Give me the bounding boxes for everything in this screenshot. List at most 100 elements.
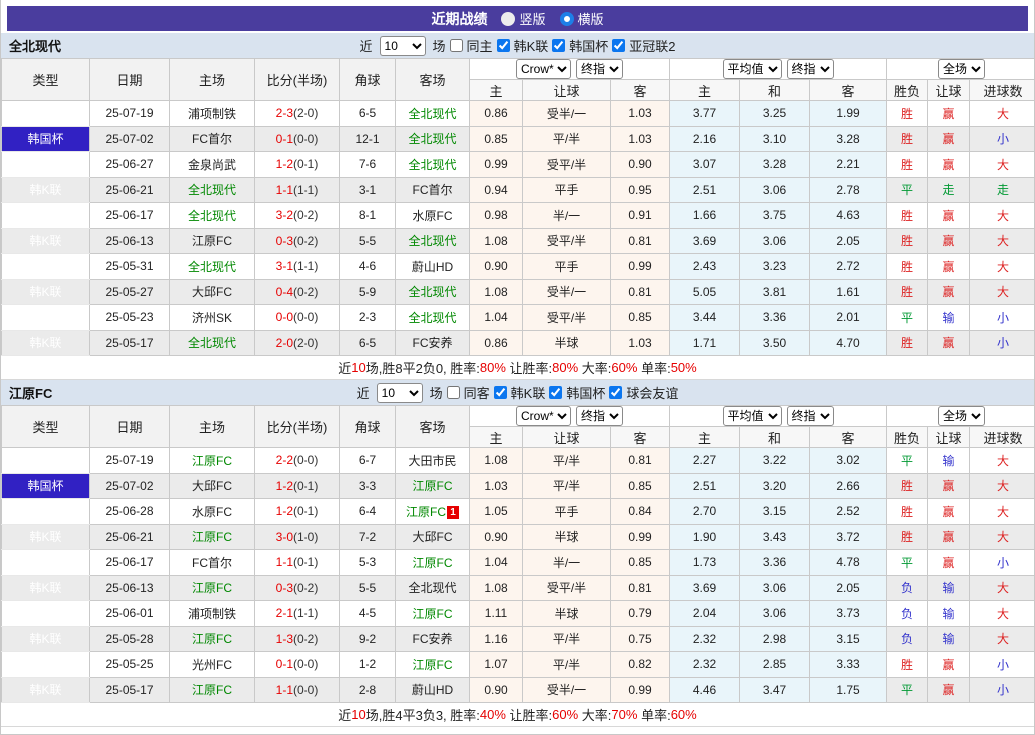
- scope-select[interactable]: 全场: [938, 59, 985, 79]
- fulltime-score: 1-2: [276, 157, 293, 171]
- result-goals-cell: 大: [970, 228, 1035, 254]
- league3-checkbox[interactable]: [609, 386, 622, 399]
- result-handicap-cell: 赢: [928, 279, 970, 305]
- odds-provider-select[interactable]: Crow*: [516, 59, 571, 79]
- odds-home-cell: 0.90: [470, 524, 523, 550]
- avg-provider-select[interactable]: 平均值: [723, 59, 782, 79]
- away-team-cell: 全北现代: [396, 152, 470, 178]
- league3-checkbox[interactable]: [612, 39, 625, 52]
- near-label: 近: [360, 36, 373, 55]
- corner-cell: 4-6: [340, 254, 396, 280]
- corner-cell: 5-5: [340, 575, 396, 601]
- result-handicap-cell: 赢: [928, 330, 970, 356]
- home-team-cell: 全北现代: [170, 203, 255, 229]
- home-team-cell: 江原FC: [170, 677, 255, 703]
- league-cell: 韩K联: [2, 677, 90, 703]
- score-cell: 3-0(1-0): [255, 524, 340, 550]
- odds-stage-select[interactable]: 终指: [576, 406, 623, 426]
- match-row: 韩K联25-06-01浦项制铁2-1(1-1)4-5江原FC1.11半球0.79…: [2, 601, 1035, 627]
- league-cell: 韩K联: [2, 203, 90, 229]
- odds-handicap-cell: 受平/半: [523, 228, 611, 254]
- home-team-cell: 金泉尚武: [170, 152, 255, 178]
- avg-provider-select[interactable]: 平均值: [723, 406, 782, 426]
- match-history-page: 近期战绩 竖版 横版 全北现代 近 10 场 同主 韩K联 韩国杯: [0, 0, 1035, 735]
- match-row: 韩K联25-05-17全北现代2-0(2-0)6-5FC安养0.86半球1.03…: [2, 330, 1035, 356]
- league2-checkbox[interactable]: [549, 386, 562, 399]
- odds-handicap-cell: 半球: [523, 330, 611, 356]
- result-wl-cell: 胜: [887, 101, 928, 127]
- col-avg-draw: 和: [740, 80, 810, 101]
- avg-group-header: 平均值 终指: [670, 59, 887, 80]
- odds-handicap-cell: 平/半: [523, 626, 611, 652]
- match-row: 韩K联25-06-28水原FC1-2(0-1)6-4江原FC11.05平手0.8…: [2, 499, 1035, 525]
- league1-checkbox[interactable]: [494, 386, 507, 399]
- scope-select[interactable]: 全场: [938, 406, 985, 426]
- same-home-checkbox[interactable]: [450, 39, 463, 52]
- avg-stage-select[interactable]: 终指: [787, 406, 834, 426]
- odds-handicap-cell: 平/半: [523, 126, 611, 152]
- radio-selected-icon[interactable]: [560, 12, 574, 26]
- away-team-cell: 江原FC: [396, 652, 470, 678]
- games-label: 场: [433, 36, 446, 55]
- date-cell: 25-06-13: [90, 228, 170, 254]
- avg-home-cell: 3.69: [670, 228, 740, 254]
- avg-away-cell: 4.63: [810, 203, 887, 229]
- score-cell: 0-1(0-0): [255, 652, 340, 678]
- radio-horizontal-layout[interactable]: 横版: [560, 9, 604, 28]
- match-row: 韩K联25-07-19江原FC2-2(0-0)6-7大田市民1.08平/半0.8…: [2, 448, 1035, 474]
- col-avg-away: 客: [810, 80, 887, 101]
- col-corner: 角球: [340, 59, 396, 101]
- date-cell: 25-06-01: [90, 601, 170, 627]
- col-result-handicap: 让球: [928, 427, 970, 448]
- result-wl-cell: 胜: [887, 652, 928, 678]
- avg-draw-cell: 3.06: [740, 177, 810, 203]
- league2-label: 韩国杯: [566, 383, 605, 402]
- odds-home-cell: 1.08: [470, 279, 523, 305]
- same-away-checkbox[interactable]: [447, 386, 460, 399]
- odds-away-cell: 0.95: [611, 177, 670, 203]
- corner-cell: 5-9: [340, 279, 396, 305]
- recent-count-select[interactable]: 10: [377, 383, 423, 403]
- odds-away-cell: 0.99: [611, 677, 670, 703]
- avg-stage-select[interactable]: 终指: [787, 59, 834, 79]
- fulltime-score: 1-2: [276, 504, 293, 518]
- radio-vertical-layout[interactable]: 竖版: [501, 9, 545, 28]
- score-cell: 3-1(1-1): [255, 254, 340, 280]
- summary-value: 60%: [611, 360, 637, 375]
- match-row: 韩K联25-06-13江原FC0-3(0-2)5-5全北现代1.08受平/半0.…: [2, 228, 1035, 254]
- odds-handicap-cell: 受半/一: [523, 279, 611, 305]
- avg-draw-cell: 2.98: [740, 626, 810, 652]
- result-handicap-cell: 赢: [928, 126, 970, 152]
- page-title: 近期战绩: [431, 9, 487, 29]
- recent-count-select[interactable]: 10: [380, 36, 426, 56]
- away-team-cell: FC首尔: [396, 177, 470, 203]
- fulltime-score: 2-3: [276, 106, 293, 120]
- odds-home-cell: 0.86: [470, 330, 523, 356]
- score-cell: 1-1(1-1): [255, 177, 340, 203]
- odds-stage-select[interactable]: 终指: [576, 59, 623, 79]
- league1-checkbox[interactable]: [497, 39, 510, 52]
- section1-filter-controls: 近 10 场 同主 韩K联 韩国杯 亚冠联2: [360, 36, 676, 56]
- odds-away-cell: 0.85: [611, 473, 670, 499]
- radio-unselected-icon[interactable]: [501, 12, 515, 26]
- halftime-score: (1-0): [293, 530, 318, 544]
- summary-text: 单率:: [637, 358, 670, 377]
- fulltime-score: 1-1: [276, 183, 293, 197]
- league-cell: 韩K联: [2, 228, 90, 254]
- summary-value: 50%: [671, 360, 697, 375]
- summary-value: 10: [351, 707, 365, 722]
- odds-handicap-cell: 平手: [523, 177, 611, 203]
- league2-checkbox[interactable]: [552, 39, 565, 52]
- date-cell: 25-06-13: [90, 575, 170, 601]
- away-team-cell: 全北现代: [396, 575, 470, 601]
- col-odds-away: 客: [611, 427, 670, 448]
- home-team-cell: 江原FC: [170, 575, 255, 601]
- match-row: 韩K联25-06-13江原FC0-3(0-2)5-5全北现代1.08受平/半0.…: [2, 575, 1035, 601]
- fulltime-score: 3-0: [276, 530, 293, 544]
- avg-home-cell: 2.16: [670, 126, 740, 152]
- odds-handicap-cell: 受平/半: [523, 305, 611, 331]
- odds-provider-select[interactable]: Crow*: [516, 406, 571, 426]
- home-team-cell: 济州SK: [170, 305, 255, 331]
- col-avg-away: 客: [810, 427, 887, 448]
- summary-text: 场,胜4平3负3, 胜率:: [366, 705, 480, 724]
